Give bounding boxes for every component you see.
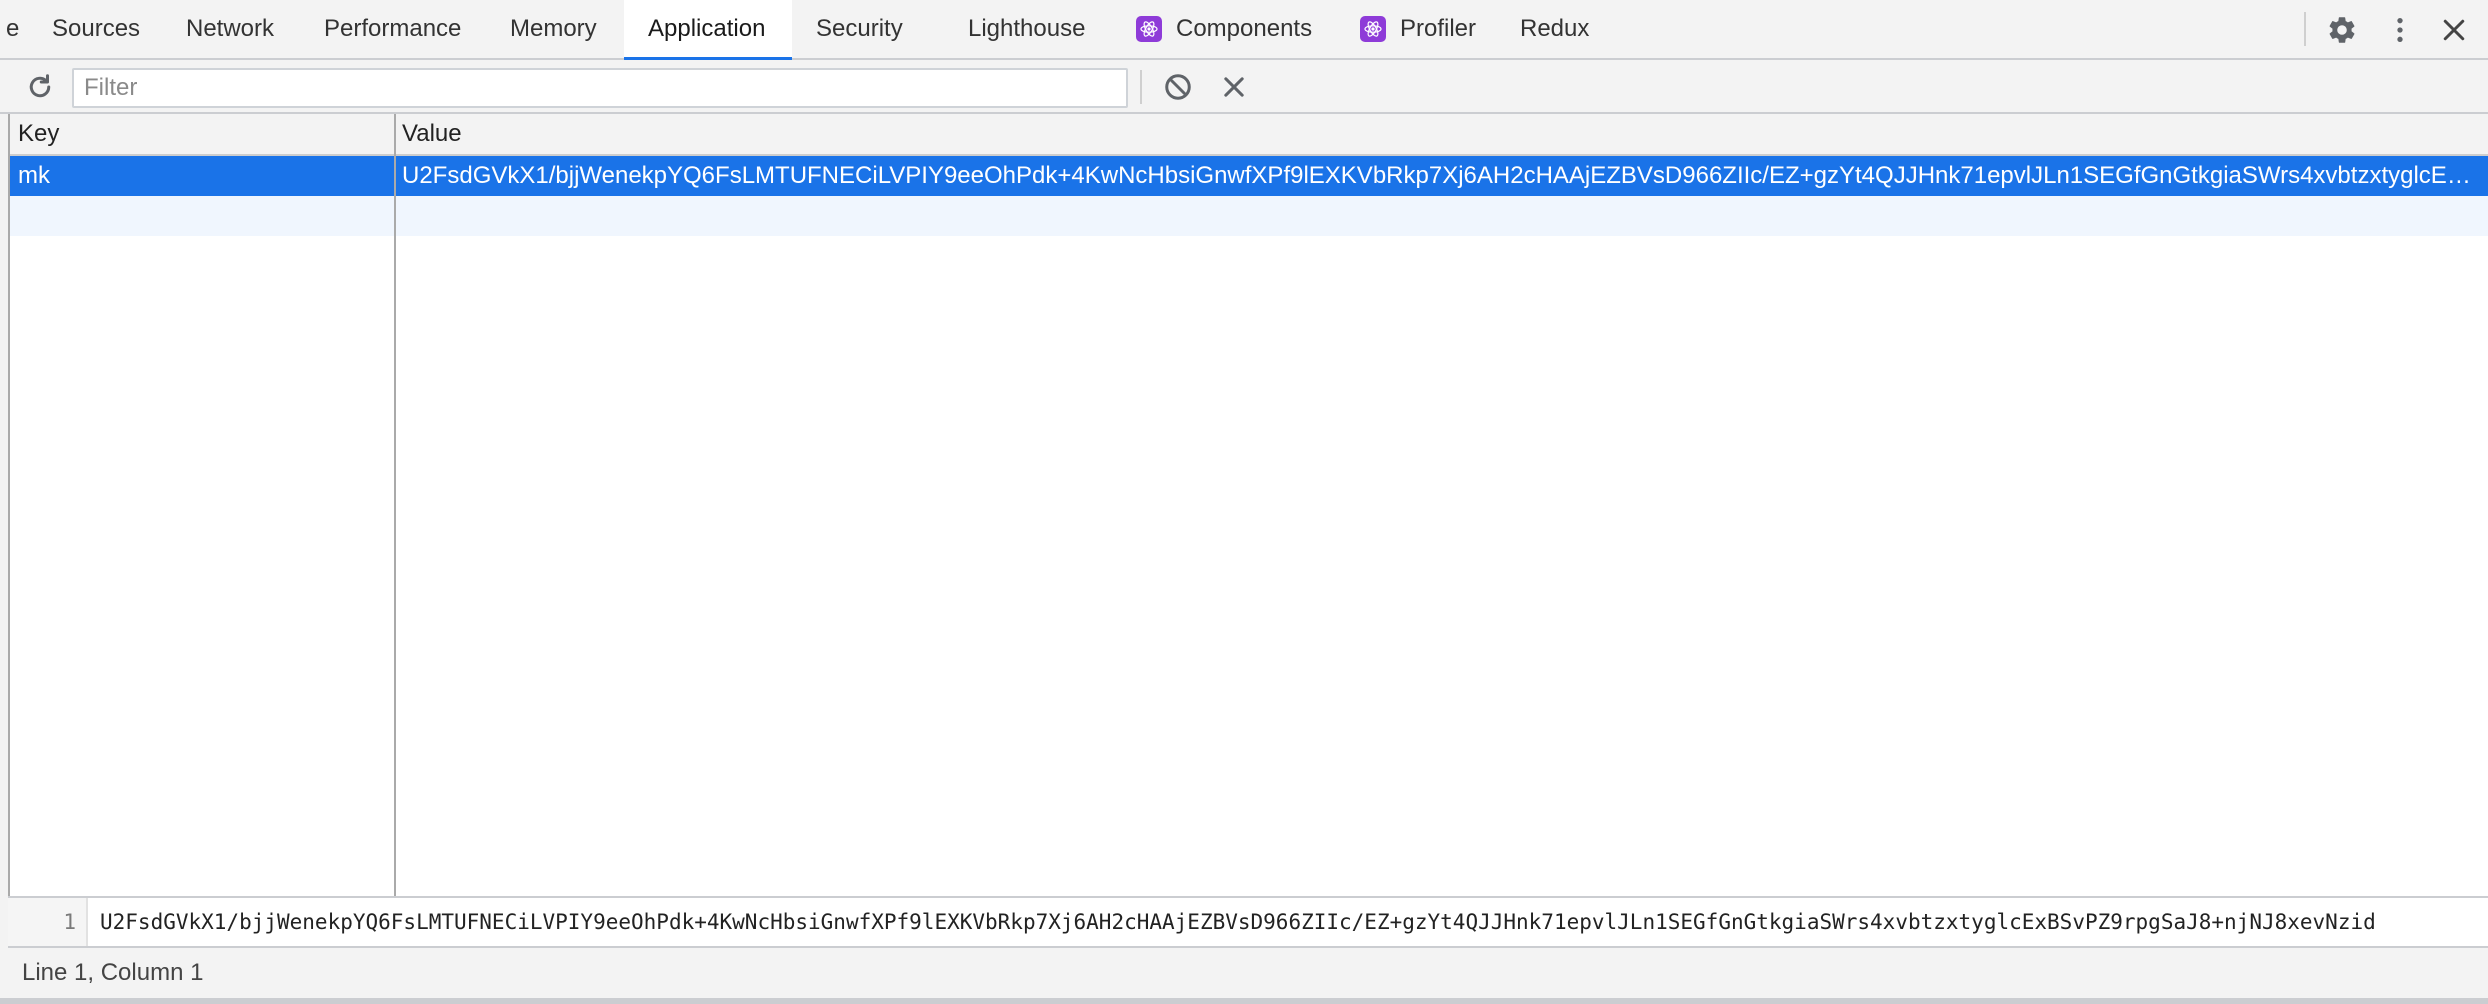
tab-label: Redux	[1520, 15, 1590, 42]
tab-profiler[interactable]: Profiler	[1336, 0, 1500, 58]
cell-value[interactable]: U2FsdGVkX1/bjjWenekpYQ6FsLMTUFNECiLVPIY9…	[394, 156, 2488, 196]
tab-label: Security	[816, 15, 903, 42]
cell-key[interactable]: mk	[10, 156, 394, 196]
more-options-kebab-icon[interactable]	[2380, 10, 2420, 50]
storage-toolbar	[0, 60, 2488, 114]
tab-sources[interactable]: Sources	[28, 0, 164, 58]
tab-label: Performance	[324, 15, 462, 42]
devtools-window: e Sources Network Performance Memory App…	[0, 0, 2488, 1004]
settings-gear-icon[interactable]	[2322, 10, 2362, 50]
table-row[interactable]: mk U2FsdGVkX1/bjjWenekpYQ6FsLMTUFNECiLVP…	[10, 156, 2488, 196]
left-panel-edge	[0, 114, 8, 1004]
tab-label: Sources	[52, 15, 141, 42]
tab-redux[interactable]: Redux	[1496, 0, 1613, 58]
value-preview-editor: 1 U2FsdGVkX1/bjjWenekpYQ6FsLMTUFNECiLVPI…	[8, 896, 2488, 946]
close-devtools-icon[interactable]	[2434, 10, 2474, 50]
tab-application[interactable]: Application	[624, 0, 792, 60]
toolbar-divider	[1140, 70, 1142, 104]
tab-label: Memory	[510, 15, 597, 42]
tab-components[interactable]: Components	[1112, 0, 1336, 58]
refresh-icon[interactable]	[20, 67, 60, 107]
tab-lighthouse[interactable]: Lighthouse	[944, 0, 1109, 58]
tab-performance[interactable]: Performance	[300, 0, 485, 58]
tab-label: Application	[648, 15, 766, 42]
tab-label: Profiler	[1400, 15, 1477, 42]
storage-data-grid: Key Value mk U2FsdGVkX1/bjjWenekpYQ6FsLM…	[8, 114, 2488, 896]
tab-label: e	[6, 15, 20, 42]
tab-label: Network	[186, 15, 275, 42]
line-number-gutter: 1	[8, 898, 88, 946]
line-number: 1	[63, 910, 76, 934]
cursor-position: Line 1, Column 1	[22, 959, 204, 986]
tab-label: Lighthouse	[968, 15, 1086, 42]
tab-security[interactable]: Security	[792, 0, 927, 58]
toolbar-divider	[2304, 12, 2306, 46]
tab-label: Components	[1176, 15, 1313, 42]
table-row-empty[interactable]	[10, 196, 2488, 236]
clear-all-block-icon[interactable]	[1158, 67, 1198, 107]
column-header-value[interactable]: Value	[394, 114, 2488, 154]
bottom-border	[0, 998, 2488, 1004]
delete-selected-x-icon[interactable]	[1214, 67, 1254, 107]
column-divider[interactable]	[394, 114, 396, 896]
preview-code-line[interactable]: U2FsdGVkX1/bjjWenekpYQ6FsLMTUFNECiLVPIY9…	[100, 898, 2488, 946]
react-atom-icon	[1136, 16, 1162, 42]
column-header-key[interactable]: Key	[10, 114, 394, 154]
status-bar: Line 1, Column 1	[8, 946, 2488, 998]
grid-header: Key Value	[10, 114, 2488, 156]
tab-memory[interactable]: Memory	[486, 0, 621, 58]
react-atom-icon	[1360, 16, 1386, 42]
devtools-tab-bar: e Sources Network Performance Memory App…	[0, 0, 2488, 60]
tab-network[interactable]: Network	[162, 0, 298, 58]
filter-input[interactable]	[72, 68, 1128, 108]
